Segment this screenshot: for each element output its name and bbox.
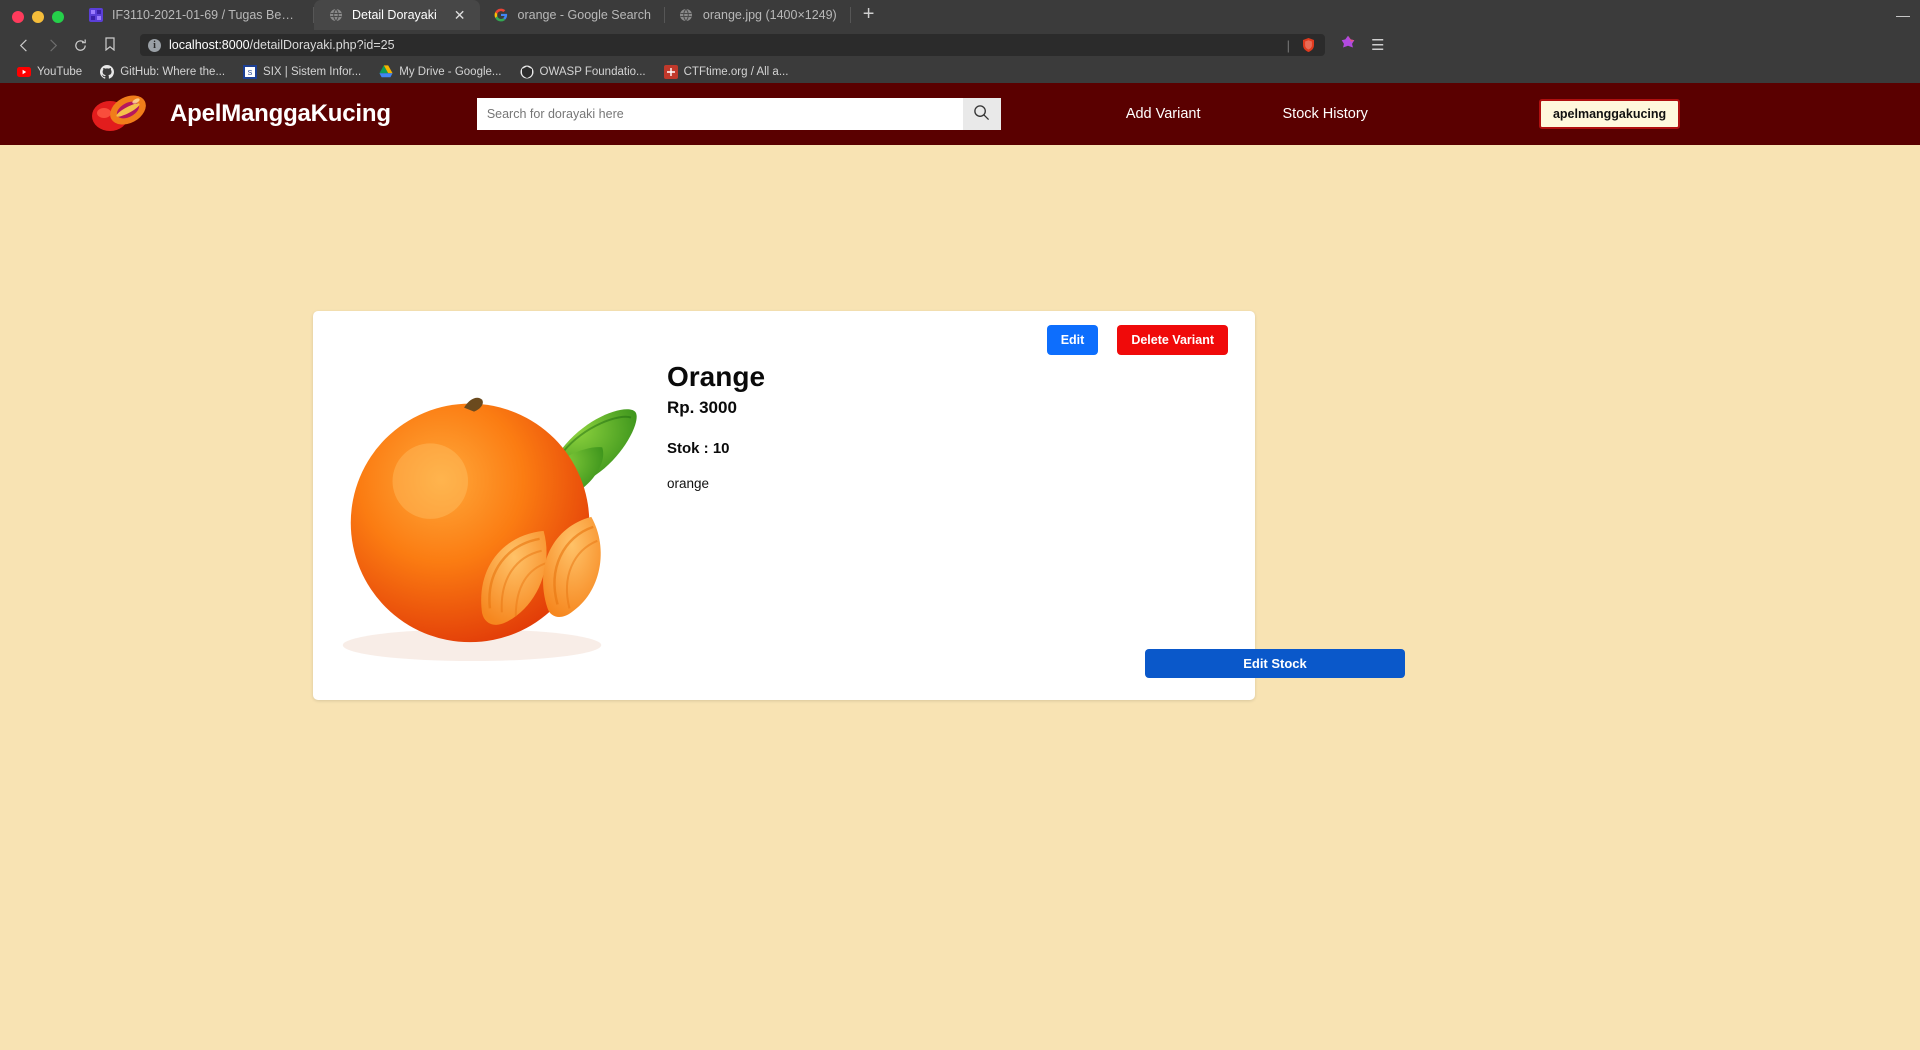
delete-variant-button[interactable]: Delete Variant [1117, 325, 1228, 355]
google-drive-icon [379, 65, 393, 79]
bookmark-label: OWASP Foundatio... [539, 65, 646, 78]
product-price: Rp. 3000 [667, 398, 737, 417]
product-info: Edit Delete Variant Orange Rp. 3000 Stok… [641, 311, 1405, 700]
bookmark-label: My Drive - Google... [399, 65, 502, 78]
url-text: localhost:8000/detailDorayaki.php?id=25 [169, 38, 395, 52]
svg-text:S: S [248, 70, 253, 77]
bookmark-item[interactable]: My Drive - Google... [370, 65, 510, 79]
youtube-icon [17, 65, 31, 79]
window-minimize-icon[interactable]: — [1896, 8, 1910, 22]
browser-tab-1[interactable]: IF3110-2021-01-69 / Tugas Besar 1 [74, 0, 314, 30]
tab-title: Detail Dorayaki [352, 8, 437, 22]
brand-name: ApelManggaKucing [170, 100, 391, 127]
bookmark-item[interactable]: YouTube [8, 65, 91, 79]
browser-menu-icon[interactable]: ☰ [1367, 36, 1384, 54]
bookmark-item[interactable]: CTFtime.org / All a... [655, 64, 798, 79]
new-tab-button[interactable]: + [851, 4, 887, 30]
window-traffic-lights [6, 11, 74, 30]
url-host: localhost:8000 [169, 38, 250, 52]
page-viewport: ApelManggaKucing Add Variant Stock Histo… [0, 83, 1920, 1050]
browser-tab-4[interactable]: orange.jpg (1400×1249) [665, 0, 851, 30]
brand[interactable]: ApelManggaKucing [84, 88, 391, 141]
bookmark-icon[interactable] [94, 36, 126, 54]
browser-toolbar: i localhost:8000/detailDorayaki.php?id=2… [0, 30, 1920, 60]
product-title: Orange [667, 361, 766, 392]
bookmark-item[interactable]: OWASP Foundatio... [511, 65, 655, 79]
github-project-icon [88, 8, 103, 23]
back-button[interactable] [10, 33, 38, 57]
edit-button[interactable]: Edit [1046, 325, 1099, 355]
bookmarks-bar: YouTube GitHub: Where the... S SIX | Sis… [0, 60, 1920, 83]
close-window-button[interactable] [12, 11, 24, 23]
search-button[interactable] [962, 98, 1001, 130]
bookmark-label: CTFtime.org / All a... [683, 65, 789, 78]
browser-tab-3[interactable]: orange - Google Search [480, 0, 666, 30]
tab-title: orange - Google Search [517, 8, 651, 22]
orange-photo-svg [313, 341, 641, 670]
google-icon [494, 8, 509, 23]
url-path: /detailDorayaki.php?id=25 [249, 38, 395, 52]
bookmark-label: SIX | Sistem Infor... [263, 65, 362, 78]
apple-mango-logo [84, 88, 156, 141]
tab-title: IF3110-2021-01-69 / Tugas Besar 1 [112, 8, 300, 22]
owasp-icon [520, 65, 534, 79]
search-bar [476, 98, 1001, 130]
tab-title: orange.jpg (1400×1249) [702, 8, 837, 22]
globe-icon [328, 8, 343, 23]
bookmark-label: GitHub: Where the... [120, 65, 226, 78]
bookmark-item[interactable]: S SIX | Sistem Infor... [234, 64, 370, 79]
omnibox-separator: | [1286, 37, 1290, 53]
ctftime-icon [663, 64, 678, 79]
tab-strip: IF3110-2021-01-69 / Tugas Besar 1 Detail… [0, 0, 1920, 30]
site-header: ApelManggaKucing Add Variant Stock Histo… [0, 83, 1920, 145]
brave-rewards-icon[interactable] [1335, 34, 1367, 57]
main-navigation: Add Variant Stock History [1085, 106, 1409, 122]
bookmark-label: YouTube [37, 65, 83, 78]
globe-icon [679, 8, 694, 23]
maximize-window-button[interactable] [52, 11, 64, 23]
close-tab-button[interactable]: ✕ [446, 8, 466, 22]
product-image [313, 311, 641, 700]
address-bar[interactable]: i localhost:8000/detailDorayaki.php?id=2… [140, 34, 1325, 56]
browser-window: IF3110-2021-01-69 / Tugas Besar 1 Detail… [0, 0, 1920, 1050]
brave-shields-icon[interactable] [1300, 37, 1317, 54]
edit-stock-button[interactable]: Edit Stock [1145, 649, 1405, 678]
product-description: orange [667, 476, 710, 491]
product-detail-card: Edit Delete Variant Orange Rp. 3000 Stok… [313, 311, 1405, 700]
browser-tab-2[interactable]: Detail Dorayaki ✕ [314, 0, 480, 30]
reload-button[interactable] [66, 33, 94, 57]
forward-button[interactable] [38, 33, 66, 57]
nav-add-variant[interactable]: Add Variant [1085, 106, 1242, 122]
search-input[interactable] [476, 98, 963, 130]
bookmark-item[interactable]: GitHub: Where the... [91, 64, 234, 79]
six-icon: S [243, 64, 258, 79]
github-icon [100, 64, 115, 79]
search-icon [973, 104, 990, 124]
product-stock: Stok : 10 [667, 440, 730, 457]
nav-stock-history[interactable]: Stock History [1242, 106, 1409, 122]
minimize-window-button[interactable] [32, 11, 44, 23]
user-badge[interactable]: apelmanggakucing [1538, 99, 1681, 129]
product-actions: Edit Delete Variant [1046, 325, 1228, 355]
site-info-icon[interactable]: i [148, 38, 161, 52]
